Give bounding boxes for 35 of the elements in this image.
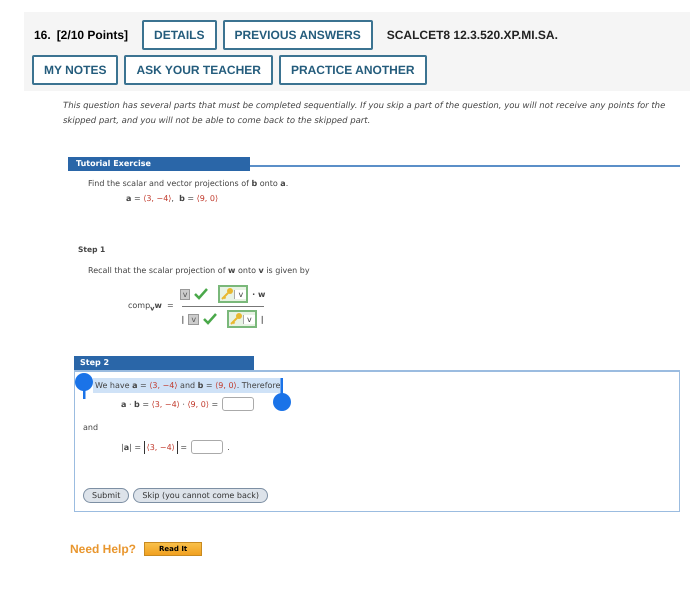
header-button[interactable]: PREVIOUS ANSWERS [222,20,373,50]
selection-handle-icon[interactable] [74,373,94,399]
need-help-label: Need Help? [70,542,136,556]
answer-dropdown[interactable]: v [188,314,200,324]
bar-symbol: | [181,314,184,324]
header-button[interactable]: MY NOTES [32,55,118,85]
answer-key-field[interactable]: v [227,310,257,328]
section-title: Tutorial Exercise [68,157,250,171]
given-vectors: a = ⟨3, −4⟩, b = ⟨9, 0⟩ [126,194,220,203]
section-title: Step 2 [74,356,254,370]
equation-text: a · b = ⟨3, −4⟩ · ⟨9, 0⟩ = [121,400,218,408]
step-text: Recall that the scalar projection of w onto v is given by [88,266,311,275]
problem-text: Find the scalar and vector projections of b onto a. [88,179,290,188]
points-label: [2/10 Points] [56,28,128,42]
question-code: SCALCET8 12.3.520.XP.MI.SA. [386,28,558,42]
formula-text: · w [252,290,266,298]
answer-field[interactable] [191,440,224,454]
instructions-text: This question has several parts that must be completed sequentially. If you skip a part of the question, you will not receive any points for the skipped part, and you will not be able to come back to the skipped part. [63,100,666,128]
step-text: We have a = ⟨3, −4⟩ and b = ⟨9, 0⟩. Therefore [93,378,282,393]
step-button[interactable]: Submit [83,488,130,503]
equation-text: |a| = ⟨3, −4⟩ = [121,442,188,452]
formula-text: | [260,314,264,324]
equation-text: . [227,442,230,452]
step-text: and [83,423,100,432]
answer-key-field[interactable]: v [218,285,248,303]
header-button[interactable]: PRACTICE ANOTHER [278,55,426,85]
answer-field[interactable] [222,397,254,411]
answer-dropdown[interactable]: v [180,288,190,300]
step-button[interactable]: Skip (you cannot come back) [133,488,268,503]
question-number: 16. [34,28,51,42]
header-button[interactable]: DETAILS [142,20,216,50]
key-icon [220,287,234,301]
formula-text: comp$_{v}$w = [128,300,174,312]
key-icon [229,312,244,326]
header-button[interactable]: ASK YOUR TEACHER [124,55,273,85]
